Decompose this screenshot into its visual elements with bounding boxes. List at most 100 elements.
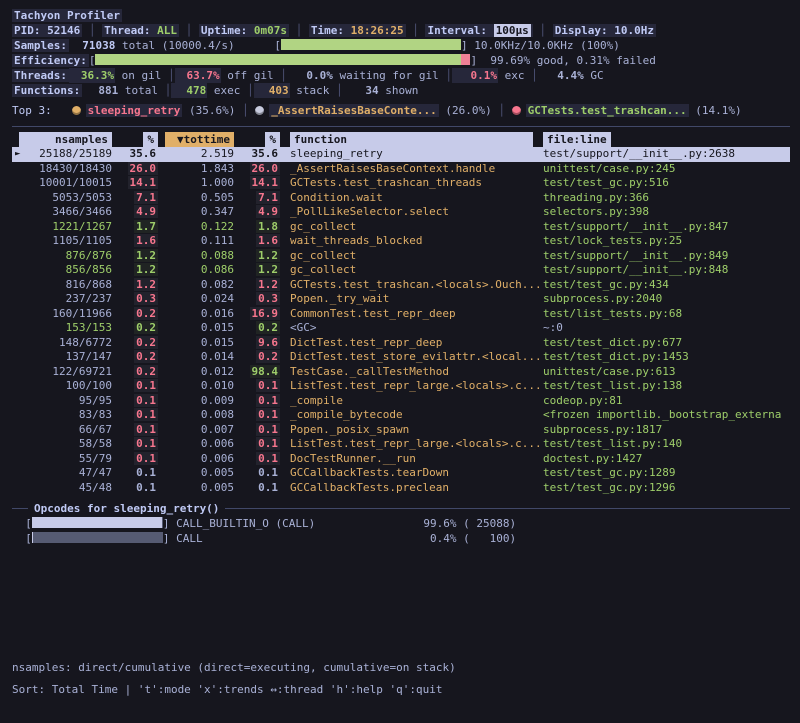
pct-cumulative-value: 0.1	[256, 452, 280, 465]
top3-items: sleeping_retry (35.6%) │ _AssertRaisesBa…	[52, 104, 742, 117]
pct-cumulative-cell: 0.2	[234, 350, 280, 365]
nsamples-cell: 100/100	[12, 379, 112, 394]
pct-direct-value: 1.2	[134, 278, 158, 291]
samples-rate-bar	[281, 39, 461, 50]
column-header-pct-cumulative[interactable]: %	[234, 132, 280, 147]
table-row[interactable]: 237/2370.30.0240.3Popen._try_waitsubproc…	[12, 292, 790, 307]
function-table-body: ►25188/2518935.62.51935.6sleeping_retryt…	[12, 147, 790, 495]
table-row[interactable]: 1105/11051.60.1111.6wait_threads_blocked…	[12, 234, 790, 249]
bar-open-bracket: [	[25, 532, 32, 545]
pct-cumulative-value: 0.1	[256, 481, 280, 494]
table-row[interactable]: 3466/34664.90.3474.9_PollLikeSelector.se…	[12, 205, 790, 220]
opcode-name: CALL_BUILTIN_O (CALL)	[176, 516, 416, 531]
tottime-cell: 0.005	[158, 466, 234, 481]
top3-item[interactable]: sleeping_retry (35.6%)	[86, 104, 236, 117]
separator: │	[274, 69, 287, 82]
table-row[interactable]: 18430/1843026.01.84326.0_AssertRaisesBas…	[12, 162, 790, 177]
pct-direct-cell: 26.0	[112, 162, 158, 177]
function-cell: _compile_bytecode	[280, 408, 542, 423]
column-header-pct-cumulative-label: %	[265, 132, 280, 147]
thread-stat-name: exc	[498, 69, 525, 82]
table-row[interactable]: 160/119660.20.01616.9CommonTest.test_rep…	[12, 307, 790, 322]
bar-close-bracket: ]	[163, 517, 176, 530]
table-row[interactable]: 95/950.10.0090.1_compilecodeop.py:81	[12, 394, 790, 409]
table-row[interactable]: 83/830.10.0080.1_compile_bytecode<frozen…	[12, 408, 790, 423]
column-header-file-line[interactable]: file:line	[542, 132, 790, 147]
column-header-file-line-label: file:line	[543, 132, 611, 147]
uptime-value: 0m07s	[254, 24, 287, 37]
profiler-window: Tachyon Profiler PID: 52146 │ Thread: AL…	[0, 0, 800, 697]
file-line-cell: <frozen importlib._bootstrap_externa	[542, 408, 790, 423]
thread-group[interactable]: Thread: ALL	[102, 24, 179, 37]
top3-function-name: sleeping_retry	[86, 104, 183, 117]
nsamples-cell: 1221/1267	[12, 220, 112, 235]
file-line-cell: test/support/__init__.py:848	[542, 263, 790, 278]
tottime-cell: 0.006	[158, 452, 234, 467]
table-row[interactable]: 100/1000.10.0100.1ListTest.test_repr_lar…	[12, 379, 790, 394]
table-row[interactable]: 122/697210.20.01298.4TestCase._callTestM…	[12, 365, 790, 380]
nsamples-cell: 153/153	[12, 321, 112, 336]
tottime-cell: 0.122	[158, 220, 234, 235]
column-header-tottime[interactable]: ▼tottime	[158, 132, 234, 147]
table-row[interactable]: 1221/12671.70.1221.8gc_collecttest/suppo…	[12, 220, 790, 235]
function-cell: Popen._try_wait	[280, 292, 542, 307]
table-row[interactable]: 816/8681.20.0821.2GCTests.test_trashcan.…	[12, 278, 790, 293]
pct-cumulative-cell: 14.1	[234, 176, 280, 191]
table-row[interactable]: 47/470.10.0050.1GCCallbackTests.tearDown…	[12, 466, 790, 481]
table-row[interactable]: 45/480.10.0050.1GCCallbackTests.preclean…	[12, 481, 790, 496]
table-row[interactable]: 137/1470.20.0140.2DictTest.test_store_ev…	[12, 350, 790, 365]
pct-cumulative-cell: 35.6	[234, 147, 280, 162]
opcode-percent: 0.4% ( 100)	[416, 531, 516, 546]
pct-direct-cell: 0.1	[112, 408, 158, 423]
pct-direct-cell: 0.2	[112, 321, 158, 336]
threads-line: Threads:36.3% on gil │63.7% off gil │0.0…	[12, 68, 790, 83]
table-row[interactable]: 153/1530.20.0150.2<GC>~:0	[12, 321, 790, 336]
separator: │	[533, 24, 553, 37]
pct-direct-value: 0.2	[134, 307, 158, 320]
table-row[interactable]: 10001/1001514.11.00014.1GCTests.test_tra…	[12, 176, 790, 191]
table-row[interactable]: 55/790.10.0060.1DocTestRunner.__rundocte…	[12, 452, 790, 467]
nsamples-cell: 95/95	[12, 394, 112, 409]
table-row[interactable]: 148/67720.20.0159.6DictTest.test_repr_de…	[12, 336, 790, 351]
separator: │	[82, 24, 102, 37]
tottime-cell: 0.009	[158, 394, 234, 409]
top3-item[interactable]: GCTests.test_trashcan... (14.1%)	[526, 104, 742, 117]
pct-cumulative-cell: 0.2	[234, 321, 280, 336]
pct-direct-value: 0.1	[134, 408, 158, 421]
pct-direct-cell: 1.2	[112, 278, 158, 293]
table-row[interactable]: 876/8761.20.0881.2gc_collecttest/support…	[12, 249, 790, 264]
pct-direct-cell: 35.6	[112, 147, 158, 162]
pct-cumulative-cell: 0.1	[234, 437, 280, 452]
table-row[interactable]: 58/580.10.0060.1ListTest.test_repr_large…	[12, 437, 790, 452]
pct-cumulative-value: 0.3	[256, 292, 280, 305]
pct-direct-value: 0.1	[134, 379, 158, 392]
nsamples-cell: 83/83	[12, 408, 112, 423]
file-line-cell: subprocess.py:2040	[542, 292, 790, 307]
column-header-nsamples[interactable]: nsamples	[12, 132, 112, 147]
function-stat-name: total	[118, 84, 158, 97]
pid-label: PID:	[14, 24, 41, 37]
top3-item[interactable]: _AssertRaisesBaseConte... (26.0%)	[269, 104, 492, 117]
separator: │	[492, 104, 512, 117]
functions-line: Functions:881 total │478 exec │403 stack…	[12, 83, 790, 98]
column-header-pct-direct-label: %	[143, 132, 158, 147]
pct-direct-cell: 14.1	[112, 176, 158, 191]
column-header-function[interactable]: function	[280, 132, 542, 147]
table-row[interactable]: ►25188/2518935.62.51935.6sleeping_retryt…	[12, 147, 790, 162]
opcode-bar-fill	[32, 532, 33, 543]
function-stat-value: 403	[254, 83, 290, 98]
table-row[interactable]: 5053/50537.10.5057.1Condition.waitthread…	[12, 191, 790, 206]
table-row[interactable]: 66/670.10.0070.1Popen._posix_spawnsubpro…	[12, 423, 790, 438]
column-header-pct-direct[interactable]: %	[112, 132, 158, 147]
pid-group: PID: 52146	[12, 24, 82, 37]
interval-group: Interval: 100µs	[425, 24, 532, 37]
pct-cumulative-cell: 0.1	[234, 394, 280, 409]
pct-cumulative-cell: 1.8	[234, 220, 280, 235]
table-row[interactable]: 856/8561.20.0861.2gc_collecttest/support…	[12, 263, 790, 278]
file-line-cell: test/support/__init__.py:847	[542, 220, 790, 235]
pct-cumulative-value: 1.8	[256, 220, 280, 233]
pct-cumulative-cell: 1.2	[234, 263, 280, 278]
file-line-cell: test/test_dict.py:677	[542, 336, 790, 351]
file-line-cell: test/support/__init__.py:849	[542, 249, 790, 264]
pct-direct-value: 1.7	[134, 220, 158, 233]
